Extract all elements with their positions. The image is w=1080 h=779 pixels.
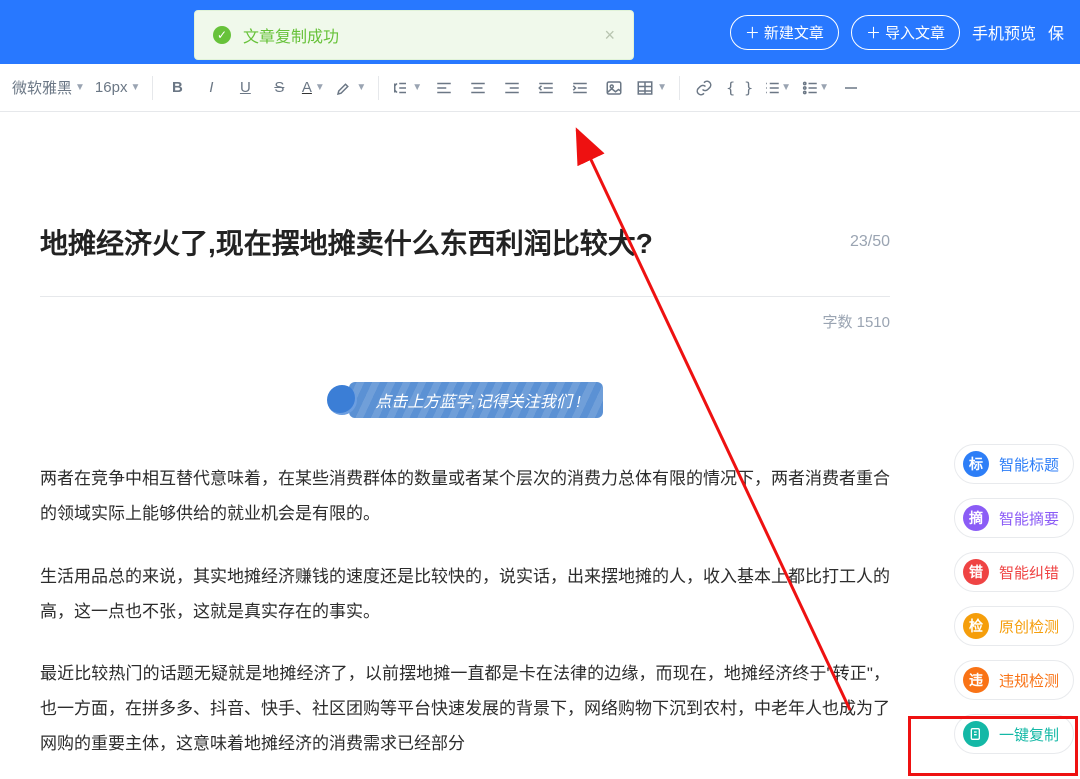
font-family-select[interactable]: 微软雅黑▼ [8, 72, 89, 104]
original-check-button[interactable]: 检原创检测 [954, 606, 1074, 646]
code-button[interactable]: { } [722, 72, 757, 104]
separator [378, 76, 379, 100]
image-button[interactable] [598, 72, 630, 104]
plus-icon: ＋ [745, 22, 760, 43]
violation-icon: 违 [963, 667, 989, 693]
chip-label: 智能纠错 [999, 562, 1059, 583]
success-toast: ✓ 文章复制成功 × [194, 10, 634, 60]
align-center-button[interactable] [462, 72, 494, 104]
chevron-down-icon: ▼ [315, 82, 325, 93]
smart-correct-button[interactable]: 错智能纠错 [954, 552, 1074, 592]
editor-toolbar: 微软雅黑▼ 16px▼ B I U S A▼ ▼ ▼ ▼ { } ▼ ▼ [0, 64, 1080, 112]
chip-label: 智能标题 [999, 454, 1059, 475]
italic-button[interactable]: I [195, 72, 227, 104]
font-family-label: 微软雅黑 [12, 77, 72, 98]
correct-icon: 错 [963, 559, 989, 585]
banner-text: 点击上方蓝字,记得关注我们 ! [349, 382, 602, 418]
table-button[interactable]: ▼ [632, 72, 671, 104]
mobile-preview-button[interactable]: 手机预览 [972, 20, 1036, 44]
check-icon: ✓ [213, 26, 231, 44]
banner-wrap: 点击上方蓝字,记得关注我们 ! [40, 382, 890, 418]
one-click-copy-button[interactable]: 一键复制 [954, 714, 1074, 754]
align-right-button[interactable] [496, 72, 528, 104]
unordered-list-button[interactable]: ▼ [797, 72, 833, 104]
word-count: 字数 1510 [40, 311, 890, 332]
underline-button[interactable]: U [229, 72, 261, 104]
separator [152, 76, 153, 100]
indent-decrease-button[interactable] [530, 72, 562, 104]
copy-icon [963, 721, 989, 747]
smart-summary-button[interactable]: 摘智能摘要 [954, 498, 1074, 538]
font-size-select[interactable]: 16px▼ [91, 72, 144, 104]
strikethrough-button[interactable]: S [263, 72, 295, 104]
chip-label: 智能摘要 [999, 508, 1059, 529]
follow-banner: 点击上方蓝字,记得关注我们 ! [327, 382, 602, 418]
text-color-button[interactable]: A▼ [297, 72, 329, 104]
new-article-label: 新建文章 [764, 22, 824, 43]
bold-button[interactable]: B [161, 72, 193, 104]
new-article-button[interactable]: ＋新建文章 [730, 15, 839, 50]
editor-area: 地摊经济火了,现在摆地摊卖什么东西利润比较大? 23/50 字数 1510 点击… [0, 112, 1080, 762]
link-button[interactable] [688, 72, 720, 104]
chevron-down-icon: ▼ [781, 82, 791, 93]
plus-icon: ＋ [866, 22, 881, 43]
article-title[interactable]: 地摊经济火了,现在摆地摊卖什么东西利润比较大? [40, 222, 850, 262]
chevron-down-icon: ▼ [75, 82, 85, 93]
indent-increase-button[interactable] [564, 72, 596, 104]
top-bar: ✓ 文章复制成功 × ＋新建文章 ＋导入文章 手机预览 保 [0, 0, 1080, 64]
align-left-button[interactable] [428, 72, 460, 104]
chevron-down-icon: ▼ [130, 82, 140, 93]
chip-label: 违规检测 [999, 670, 1059, 691]
save-button[interactable]: 保 [1048, 20, 1064, 44]
separator [679, 76, 680, 100]
chevron-down-icon: ▼ [657, 82, 667, 93]
article-content[interactable]: 两者在竞争中相互替代意味着，在某些消费群体的数量或者某个层次的消费力总体有限的情… [40, 462, 890, 762]
toast-message: 文章复制成功 [243, 23, 339, 47]
chip-label: 一键复制 [999, 724, 1059, 745]
ordered-list-button[interactable]: ▼ [759, 72, 795, 104]
import-article-button[interactable]: ＋导入文章 [851, 15, 960, 50]
import-article-label: 导入文章 [885, 22, 945, 43]
paragraph: 生活用品总的来说，其实地摊经济赚钱的速度还是比较快的，说实话，出来摆地摊的人，收… [40, 560, 890, 630]
line-height-button[interactable]: ▼ [387, 72, 426, 104]
title-counter: 23/50 [850, 233, 890, 251]
side-panel: 标智能标题 摘智能摘要 错智能纠错 检原创检测 违违规检测 一键复制 [954, 444, 1074, 754]
paragraph: 最近比较热门的话题无疑就是地摊经济了，以前摆地摊一直都是卡在法律的边缘，而现在，… [40, 657, 890, 762]
title-row: 地摊经济火了,现在摆地摊卖什么东西利润比较大? 23/50 [40, 222, 890, 262]
paragraph: 两者在竞争中相互替代意味着，在某些消费群体的数量或者某个层次的消费力总体有限的情… [40, 462, 890, 532]
hr-button[interactable] [835, 72, 867, 104]
chip-label: 原创检测 [999, 616, 1059, 637]
title-icon: 标 [963, 451, 989, 477]
check-icon: 检 [963, 613, 989, 639]
summary-icon: 摘 [963, 505, 989, 531]
violation-check-button[interactable]: 违违规检测 [954, 660, 1074, 700]
smart-title-button[interactable]: 标智能标题 [954, 444, 1074, 484]
close-icon[interactable]: × [604, 25, 615, 46]
divider [40, 296, 890, 297]
font-size-label: 16px [95, 79, 128, 96]
chevron-down-icon: ▼ [819, 82, 829, 93]
highlight-button[interactable]: ▼ [331, 72, 370, 104]
chevron-down-icon: ▼ [412, 82, 422, 93]
chevron-down-icon: ▼ [356, 82, 366, 93]
